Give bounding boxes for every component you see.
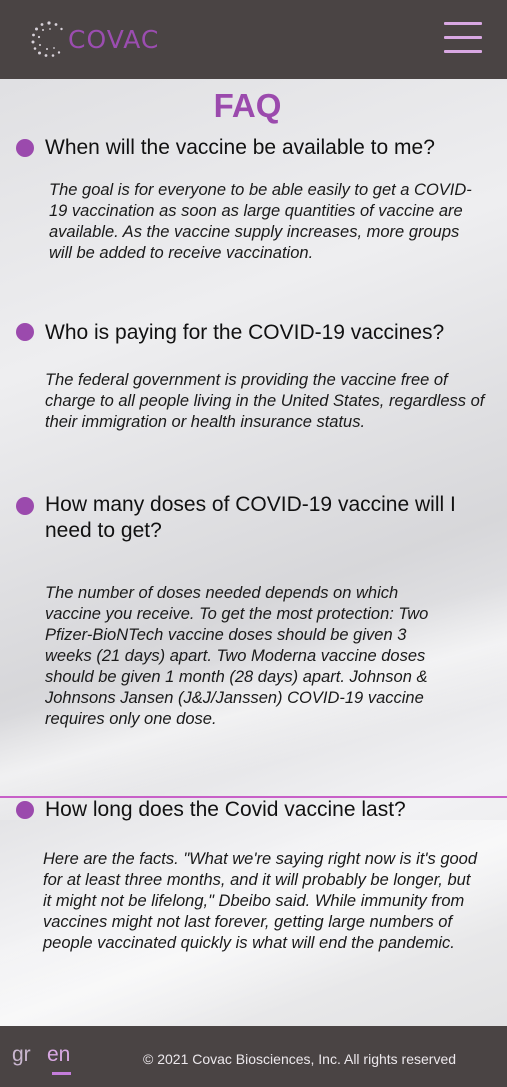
faq-answer: The number of doses needed depends on wh… <box>45 584 429 728</box>
faq-answer: The federal government is providing the … <box>45 371 485 431</box>
top-header: COVAC <box>0 0 507 79</box>
faq-question: How many doses of COVID-19 vaccine will … <box>45 493 456 542</box>
dotted-circle-logo-icon <box>31 21 63 57</box>
bullet-icon <box>16 323 34 341</box>
page-title: FAQ <box>213 87 282 124</box>
bullet-icon <box>16 139 34 157</box>
logo[interactable]: COVAC <box>30 18 159 60</box>
active-language-indicator <box>52 1072 71 1075</box>
faq-answer: Here are the facts. "What we're saying r… <box>43 850 478 952</box>
bullet-icon <box>16 497 34 515</box>
copyright-text: © 2021 Covac Biosciences, Inc. All right… <box>143 1051 457 1067</box>
faq-question: How long does the Covid vaccine last? <box>45 798 406 821</box>
faq-question: When will the vaccine be available to me… <box>45 136 435 159</box>
language-option-en[interactable]: en <box>47 1043 70 1067</box>
faq-question: Who is paying for the COVID-19 vaccines? <box>45 321 445 344</box>
footer: gr en © 2021 Covac Biosciences, Inc. All… <box>0 1026 507 1087</box>
bullet-icon <box>16 801 34 819</box>
faq-answer: The goal is for everyone to be able easi… <box>49 181 472 262</box>
logo-text: COVAC <box>68 24 160 54</box>
hamburger-menu-icon[interactable] <box>444 22 482 54</box>
language-option-gr[interactable]: gr <box>12 1043 31 1067</box>
